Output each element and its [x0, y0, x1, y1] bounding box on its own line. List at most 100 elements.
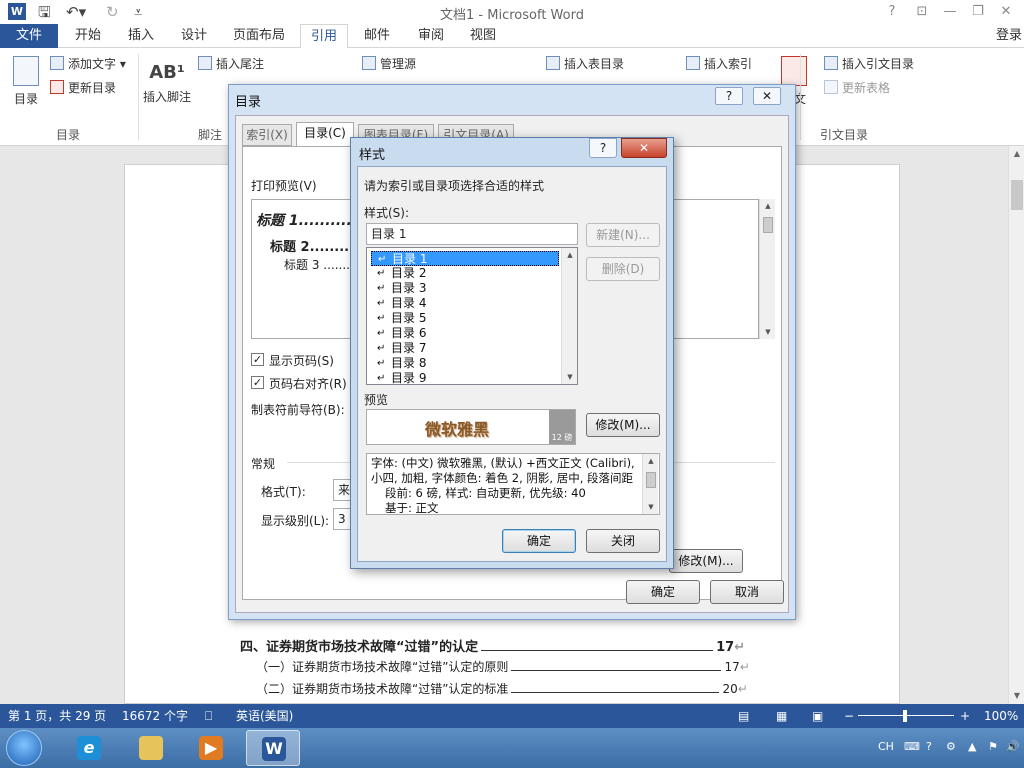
list-item[interactable]: ↵ 目录 2	[371, 266, 559, 281]
list-item[interactable]: ↵ 目录 9	[371, 371, 559, 386]
tab-toc[interactable]: 目录(C)	[296, 122, 354, 146]
style-close-button[interactable]: 关闭	[586, 529, 660, 553]
help-button[interactable]: ?	[880, 2, 904, 22]
update-toc-button[interactable]: 更新目录	[50, 80, 116, 96]
tab-layout[interactable]: 页面布局	[226, 24, 292, 48]
tab-view[interactable]: 视图	[460, 24, 506, 48]
show-page-numbers-checkbox[interactable]: ✓	[251, 353, 264, 366]
volume-icon[interactable]: 🔊	[1006, 740, 1020, 753]
add-text-button[interactable]: 添加文字 ▾	[50, 56, 126, 72]
tray-settings-icon[interactable]: ⚙	[946, 740, 956, 753]
insert-footnote-button[interactable]: AB¹ 插入脚注	[142, 62, 192, 105]
tab-index[interactable]: 索引(X)	[242, 124, 292, 146]
toc-leader	[511, 692, 720, 693]
style-dialog-help-button[interactable]: ?	[589, 138, 617, 158]
ribbon-display-options-button[interactable]: ⊡	[910, 2, 934, 22]
proofing-icon[interactable]: ⎕	[205, 704, 212, 728]
minimize-button[interactable]: —	[938, 2, 962, 22]
show-hidden-icons-icon[interactable]: ▲	[968, 740, 976, 753]
print-layout-icon[interactable]: ▦	[776, 704, 787, 728]
scroll-up-arrow[interactable]: ▲	[643, 454, 659, 468]
zoom-level[interactable]: 100%	[984, 704, 1018, 728]
zoom-slider-knob[interactable]	[903, 710, 907, 722]
insert-index-button[interactable]: 插入索引	[686, 56, 752, 72]
toc-line-text: 四、证券期货市场技术故障“过错”的认定	[240, 640, 479, 655]
tab-design[interactable]: 设计	[170, 24, 218, 48]
scroll-thumb[interactable]	[1011, 180, 1023, 210]
taskbar-explorer[interactable]	[124, 730, 178, 766]
web-layout-icon[interactable]: ▣	[812, 704, 823, 728]
list-item[interactable]: ↵ 目录 3	[371, 281, 559, 296]
insert-toa-button[interactable]: 插入引文目录	[824, 56, 914, 72]
list-item[interactable]: ↵ 目录 7	[371, 341, 559, 356]
insert-table-of-figures-button[interactable]: 插入表目录	[546, 56, 624, 72]
read-mode-icon[interactable]: ▤	[738, 704, 749, 728]
flag-icon[interactable]: ⚑	[988, 740, 998, 753]
style-item-label: 目录 6	[391, 326, 427, 340]
list-item[interactable]: ↵ 目录 8	[371, 356, 559, 371]
style-list-scrollbar[interactable]: ▲ ▼	[561, 248, 577, 384]
scroll-up-arrow[interactable]: ▲	[760, 199, 776, 213]
toc-line[interactable]: （二）证券期货市场技术故障“过错”认定的标准 20↵	[256, 680, 748, 697]
description-scrollbar[interactable]: ▲ ▼	[642, 454, 658, 514]
start-button[interactable]	[6, 730, 42, 766]
style-list[interactable]: ↵ 目录 1 ↵ 目录 2 ↵ 目录 3 ↵ 目录 4 ↵ 目录 5 ↵ 目录 6 ↵ 目录 …	[366, 247, 578, 385]
word-count[interactable]: 16672 个字	[122, 704, 188, 728]
list-item[interactable]: ↵ 目录 4	[371, 296, 559, 311]
right-align-checkbox[interactable]: ✓	[251, 376, 264, 389]
taskbar-media-player[interactable]: ▶	[184, 730, 238, 766]
restore-button[interactable]: ❐	[966, 2, 990, 22]
toc-dialog-close-button[interactable]: ✕	[753, 87, 781, 105]
zoom-in-icon[interactable]: +	[960, 704, 970, 728]
preview-scrollbar[interactable]: ▲ ▼	[759, 199, 775, 339]
tab-home[interactable]: 开始	[64, 24, 112, 48]
style-item-label: 目录 5	[391, 311, 427, 325]
toc-cancel-button[interactable]: 取消	[710, 580, 784, 604]
style-name-input[interactable]: 目录 1	[366, 223, 578, 245]
help-tray-icon[interactable]: ?	[926, 740, 932, 753]
new-style-button[interactable]: 新建(N)...	[586, 223, 660, 247]
toc-line[interactable]: 四、证券期货市场技术故障“过错”的认定 17↵	[240, 636, 745, 655]
update-table-button[interactable]: 更新表格	[824, 80, 890, 96]
page-count[interactable]: 第 1 页，共 29 页	[8, 704, 106, 728]
taskbar-word[interactable]: W	[246, 730, 300, 766]
list-item[interactable]: ↵ 目录 5	[371, 311, 559, 326]
toc-ok-button[interactable]: 确定	[626, 580, 700, 604]
toc-dialog-help-button[interactable]: ?	[715, 87, 743, 105]
scroll-up-arrow[interactable]: ▲	[562, 248, 578, 262]
toc-modify-button[interactable]: 修改(M)...	[669, 549, 743, 573]
scroll-thumb[interactable]	[646, 472, 656, 488]
tab-file[interactable]: 文件	[0, 24, 58, 48]
vertical-scrollbar[interactable]: ▲ ▼	[1008, 146, 1024, 704]
tab-leader-label: 制表符前导符(B):	[251, 403, 345, 417]
scroll-thumb[interactable]	[763, 217, 773, 233]
toc-button[interactable]: 目录	[6, 56, 46, 107]
scroll-down-arrow[interactable]: ▼	[1009, 688, 1024, 704]
keyboard-icon[interactable]: ⌨	[904, 740, 920, 753]
tab-review[interactable]: 审阅	[408, 24, 454, 48]
delete-style-button[interactable]: 删除(D)	[586, 257, 660, 281]
taskbar-ie[interactable]: e	[62, 730, 116, 766]
scroll-down-arrow[interactable]: ▼	[643, 500, 659, 514]
manage-sources-button[interactable]: 管理源	[362, 56, 416, 72]
list-item[interactable]: ↵ 目录 6	[371, 326, 559, 341]
style-item-label: 目录 8	[391, 356, 427, 370]
insert-endnote-button[interactable]: 插入尾注	[198, 56, 264, 72]
list-item[interactable]: ↵ 目录 1	[371, 251, 559, 266]
style-dialog-close-button[interactable]: ✕	[621, 138, 667, 158]
add-text-label: 添加文字	[68, 57, 117, 71]
style-modify-button[interactable]: 修改(M)...	[586, 413, 660, 437]
signin-link[interactable]: 登录	[996, 24, 1022, 48]
tab-mailings[interactable]: 邮件	[354, 24, 400, 48]
scroll-down-arrow[interactable]: ▼	[760, 325, 776, 339]
language-indicator[interactable]: 英语(美国)	[236, 704, 293, 728]
zoom-out-icon[interactable]: −	[844, 704, 854, 728]
scroll-up-arrow[interactable]: ▲	[1009, 146, 1024, 162]
scroll-down-arrow[interactable]: ▼	[562, 370, 578, 384]
toc-line[interactable]: （一）证券期货市场技术故障“过错”认定的原则 17↵	[256, 658, 750, 675]
tab-references[interactable]: 引用	[300, 24, 348, 49]
tab-insert[interactable]: 插入	[118, 24, 164, 48]
close-window-button[interactable]: ✕	[994, 2, 1018, 22]
input-language[interactable]: CH	[878, 740, 894, 753]
style-ok-button[interactable]: 确定	[502, 529, 576, 553]
